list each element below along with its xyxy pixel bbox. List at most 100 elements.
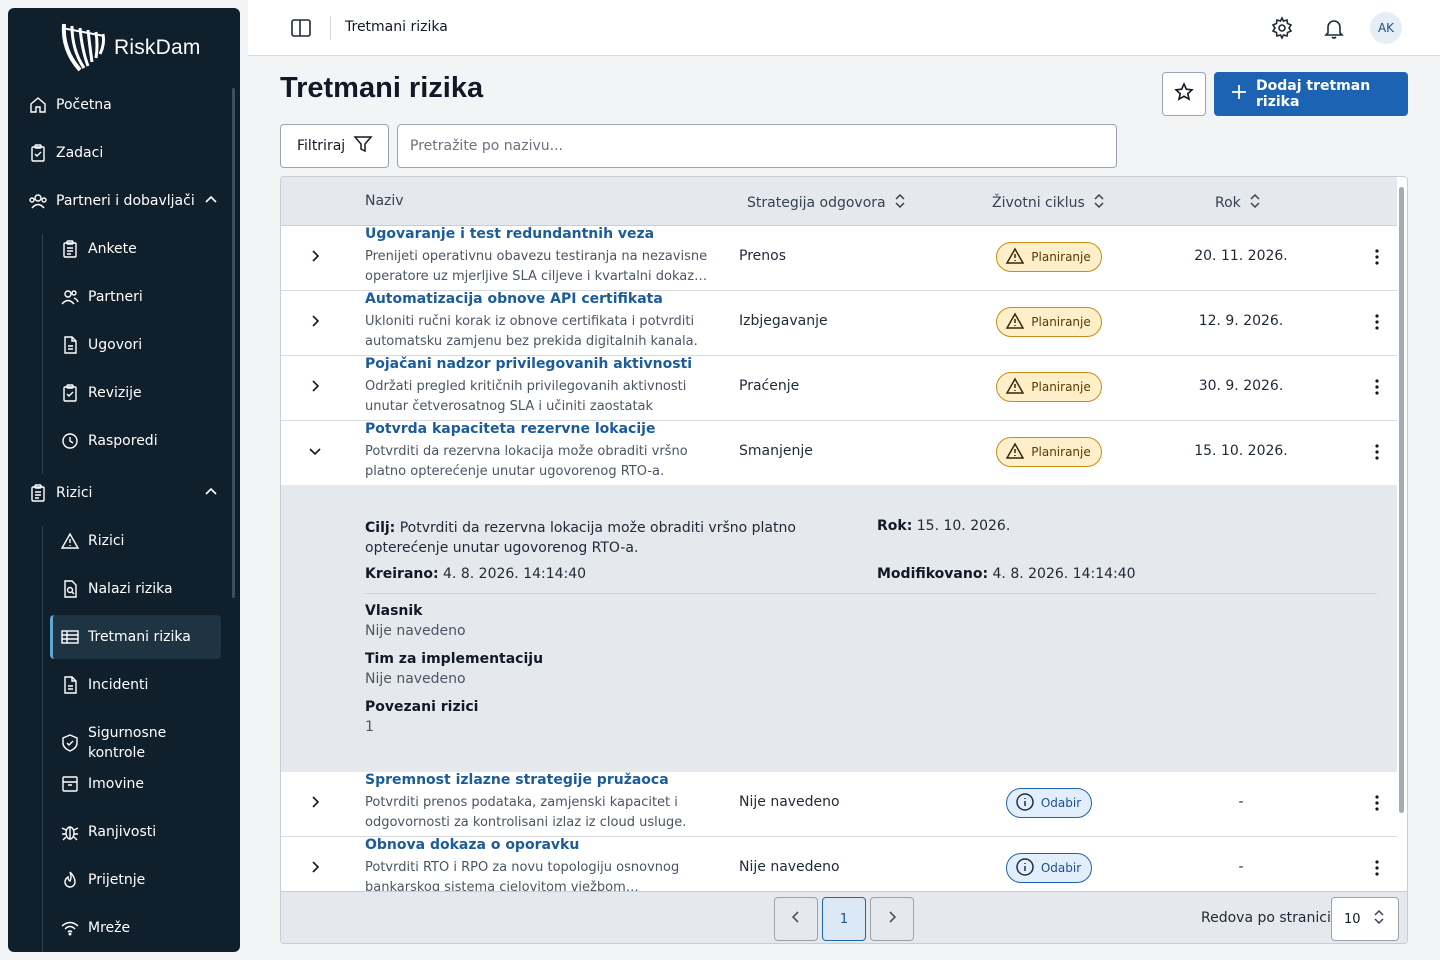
sidebar-item-prijetnje[interactable]: Prijetnje	[50, 860, 221, 900]
row-title[interactable]: Automatizacija obnove API certifikata	[365, 291, 663, 307]
avatar[interactable]: AK	[1370, 12, 1402, 44]
sidebar-item-label: Rizici	[56, 485, 93, 501]
sidebar-item-nalazi-rizika[interactable]: Nalazi rizika	[50, 569, 221, 609]
favorite-button[interactable]	[1162, 72, 1206, 116]
sidebar-item-rizici[interactable]: Rizici	[50, 521, 221, 561]
chevron-right-icon[interactable]	[307, 248, 323, 268]
sidebar-item-partneri-i-dobavljaci[interactable]: Partneri i dobavljači	[22, 181, 222, 221]
table-row[interactable]: Ugovaranje i test redundantnih veza Pren…	[281, 226, 1397, 291]
row-description: Održati pregled kritičnih privilegovanih…	[365, 379, 687, 414]
more-vertical-icon[interactable]	[1369, 443, 1385, 465]
row-title[interactable]: Pojačani nadzor privilegovanih aktivnost…	[365, 356, 692, 372]
sidebar-scrollbar[interactable]	[232, 88, 235, 598]
shield-check-icon	[60, 733, 80, 753]
more-vertical-icon[interactable]	[1369, 313, 1385, 335]
sidebar-item-pocetna[interactable]: Početna	[22, 85, 222, 125]
fire-icon	[60, 870, 80, 890]
chevron-right-icon[interactable]	[307, 378, 323, 398]
bell-icon[interactable]	[1322, 16, 1346, 44]
sidebar-item-partneri[interactable]: Partneri	[50, 277, 221, 317]
sidebar-item-revizije[interactable]: Revizije	[50, 373, 221, 413]
table-row[interactable]: Automatizacija obnove API certifikata Uk…	[281, 291, 1397, 356]
status-label: Planiranje	[1031, 250, 1091, 264]
filter-button[interactable]: Filtriraj	[280, 124, 389, 168]
archive-icon	[60, 774, 80, 794]
sidebar-item-incidenti[interactable]: Incidenti	[50, 665, 221, 705]
search-input[interactable]	[397, 124, 1117, 168]
sidebar-item-label: Partneri	[88, 289, 143, 305]
divider	[365, 593, 1377, 594]
row-strategy: Smanjenje	[739, 443, 813, 459]
next-page-button[interactable]	[870, 897, 914, 941]
sidebar-item-label: Revizije	[88, 385, 142, 401]
sidebar-item-zadaci[interactable]: Zadaci	[22, 133, 222, 173]
sidebar-item-label: Rizici	[88, 533, 125, 549]
row-title[interactable]: Spremnost izlazne strategije pružaoca	[365, 772, 669, 788]
users-icon	[60, 287, 80, 307]
table-header: Naziv Strategija odgovora Životni ciklus…	[281, 177, 1397, 226]
column-header-zivotni-ciklus[interactable]: Životni ciklus	[992, 193, 1105, 213]
column-header-strategija[interactable]: Strategija odgovora	[747, 193, 906, 213]
table-row[interactable]: Pojačani nadzor privilegovanih aktivnost…	[281, 356, 1397, 421]
row-title[interactable]: Ugovaranje i test redundantnih veza	[365, 226, 654, 242]
detail-team-value: Nije navedeno	[365, 671, 466, 687]
detail-owner-label: Vlasnik	[365, 603, 423, 619]
detail-modified-value: 4. 8. 2026. 14:14:40	[992, 566, 1136, 582]
chevron-right-icon[interactable]	[307, 794, 323, 814]
more-vertical-icon[interactable]	[1369, 248, 1385, 270]
gear-icon[interactable]	[1270, 16, 1294, 44]
sidebar-item-label: Tretmani rizika	[88, 629, 191, 645]
row-description: Prenijeti operativnu obavezu testiranja …	[365, 249, 708, 284]
logo-text: RiskDam	[114, 36, 201, 59]
more-vertical-icon[interactable]	[1369, 859, 1385, 881]
sidebar-item-mreze[interactable]: Mreže	[50, 908, 221, 948]
sidebar: RiskDam Početna Zadaci Partneri i dobavl…	[8, 8, 240, 952]
sidebar-item-rizici-group[interactable]: Rizici	[22, 473, 222, 513]
row-strategy: Praćenje	[739, 378, 800, 394]
logo[interactable]: RiskDam	[58, 22, 201, 74]
row-title[interactable]: Obnova dokaza o oporavku	[365, 837, 579, 853]
sidebar-item-tretmani-rizika[interactable]: Tretmani rizika	[50, 615, 221, 659]
detail-modified-label: Modifikovano:	[877, 566, 989, 582]
table-row[interactable]: Spremnost izlazne strategije pružaoca Po…	[281, 772, 1397, 837]
status-badge: Planiranje	[996, 372, 1102, 402]
sidebar-item-sigurnosne-kontrole[interactable]: Sigurnosne kontrole	[50, 722, 221, 764]
sidebar-item-rasporedi[interactable]: Rasporedi	[50, 421, 221, 461]
column-header-rok[interactable]: Rok	[1215, 193, 1261, 213]
table-row[interactable]: Potvrda kapaciteta rezervne lokacije Pot…	[281, 421, 1397, 486]
row-strategy: Prenos	[739, 248, 786, 264]
sidebar-item-imovine[interactable]: Imovine	[50, 764, 221, 804]
page-button-current[interactable]: 1	[822, 897, 866, 941]
clipboard-check-icon	[60, 383, 80, 403]
status-label: Odabir	[1040, 796, 1082, 810]
row-title[interactable]: Potvrda kapaciteta rezervne lokacije	[365, 421, 655, 437]
users-group-icon	[28, 191, 48, 211]
sidebar-item-ankete[interactable]: Ankete	[50, 229, 221, 269]
clipboard-list-icon	[60, 239, 80, 259]
table-scrollbar[interactable]	[1399, 187, 1404, 813]
sidebar-item-ranjivosti[interactable]: Ranjivosti	[50, 812, 221, 852]
logo-icon	[61, 23, 106, 72]
row-due-date: 20. 11. 2026.	[1194, 248, 1288, 264]
status-label: Planiranje	[1031, 445, 1091, 459]
clock-icon	[60, 431, 80, 451]
sidebar-item-ugovori[interactable]: Ugovori	[50, 325, 221, 365]
add-treatment-button[interactable]: Dodaj tretman rizika	[1214, 72, 1408, 116]
info-icon	[1015, 792, 1035, 815]
detail-created-label: Kreirano:	[365, 566, 439, 582]
more-vertical-icon[interactable]	[1369, 378, 1385, 400]
chevron-right-icon[interactable]	[307, 313, 323, 333]
sidebar-toggle-icon[interactable]	[290, 17, 312, 43]
chevron-down-icon[interactable]	[307, 443, 323, 463]
filter-label: Filtriraj	[297, 138, 346, 154]
sidebar-item-label: Ankete	[88, 241, 137, 257]
warning-icon	[1005, 246, 1025, 268]
rows-per-page-select[interactable]: 10	[1331, 897, 1399, 941]
status-badge: Planiranje	[996, 307, 1102, 337]
prev-page-button[interactable]	[774, 897, 818, 941]
status-label: Planiranje	[1031, 315, 1091, 329]
chevron-right-icon[interactable]	[307, 859, 323, 879]
column-header-naziv[interactable]: Naziv	[365, 193, 404, 209]
more-vertical-icon[interactable]	[1369, 794, 1385, 816]
detail-linked-value[interactable]: 1	[365, 719, 374, 735]
